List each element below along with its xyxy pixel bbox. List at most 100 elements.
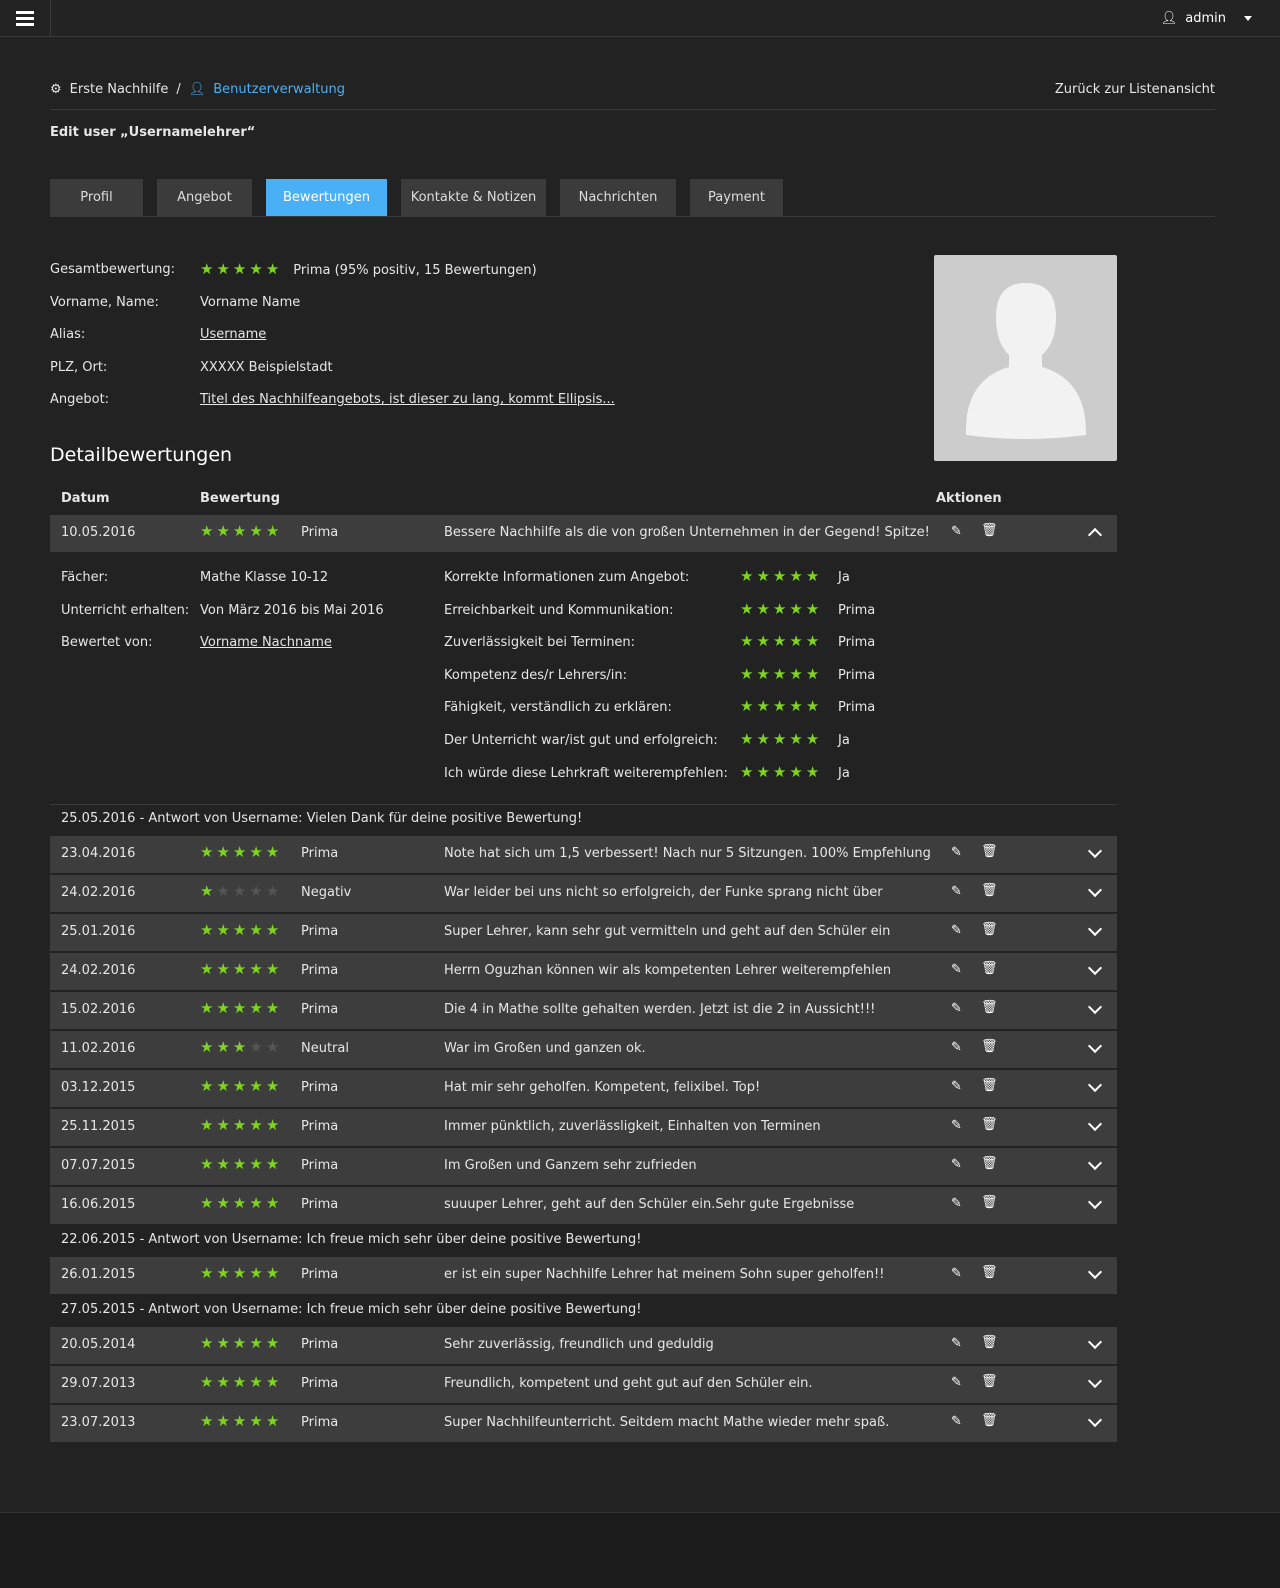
table-row[interactable]: 25.11.2015 ★ ★ ★ ★ ★ Prima Immer pünktlich, zuv…: [50, 1109, 1117, 1146]
trash-icon[interactable]: 🗑︎: [981, 1039, 998, 1054]
edit-pencil-icon[interactable]: ✎: [951, 1157, 962, 1172]
table-row[interactable]: 16.06.2015 ★ ★ ★ ★ ★ Prima suuuper Lehrer, geht…: [50, 1187, 1117, 1224]
table-row[interactable]: 03.12.2015 ★ ★ ★ ★ ★ Prima Hat mir sehr geholfe…: [50, 1070, 1117, 1107]
edit-pencil-icon[interactable]: ✎: [951, 923, 962, 938]
table-row[interactable]: 07.07.2015 ★ ★ ★ ★ ★ Prima Im Großen und Ganzem…: [50, 1148, 1117, 1185]
review-details: Fächer: Mathe Klasse 10-12 Unterricht erha…: [50, 567, 1117, 805]
star-icon: ★: [249, 1155, 263, 1173]
star-icon: ★: [200, 1412, 214, 1430]
review-answer: 22.06.2015 - Antwort von Username: Ich f…: [61, 1232, 642, 1247]
edit-pencil-icon[interactable]: ✎: [951, 1336, 962, 1351]
table-row[interactable]: 11.02.2016 ★ ★ ★ ★ ★ Neutral War im Großen und …: [50, 1031, 1117, 1068]
user-menu[interactable]: 👤︎ admin: [1161, 11, 1252, 26]
chevron-down-icon[interactable]: [1087, 882, 1103, 898]
chevron-down-icon[interactable]: [1087, 999, 1103, 1015]
chevron-down-icon[interactable]: [1087, 960, 1103, 976]
chevron-down-icon[interactable]: [1087, 1155, 1103, 1171]
chevron-down-icon[interactable]: [1087, 1194, 1103, 1210]
star-icon: ★: [200, 999, 214, 1017]
star-rating: ★ ★ ★ ★ ★: [200, 1040, 279, 1055]
chevron-down-icon[interactable]: [1087, 1116, 1103, 1132]
tab-payment[interactable]: Payment: [690, 179, 783, 216]
star-icon: ★: [232, 1264, 247, 1282]
table-row[interactable]: 26.01.2015 ★ ★ ★ ★ ★ Prima er ist ein super Nac…: [50, 1257, 1117, 1294]
trash-icon[interactable]: 🗑︎: [981, 922, 998, 937]
info-row: Angebot: Titel des Nachhilfeangebots, ist…: [50, 392, 615, 425]
table-row[interactable]: 24.02.2016 ★ ★ ★ ★ ★ Negativ War leider bei uns…: [50, 875, 1117, 912]
breadcrumb-separator: /: [176, 82, 181, 97]
edit-pencil-icon[interactable]: ✎: [951, 1001, 962, 1016]
edit-pencil-icon[interactable]: ✎: [951, 1266, 962, 1281]
table-row[interactable]: 24.02.2016 ★ ★ ★ ★ ★ Prima Herrn Oguzhan können…: [50, 953, 1117, 990]
breadcrumb-current[interactable]: Benutzerverwaltung: [213, 82, 345, 97]
table-row[interactable]: 20.05.2014 ★ ★ ★ ★ ★ Prima Sehr zuverlässig, fr…: [50, 1327, 1117, 1364]
column-date: Datum: [61, 491, 110, 506]
chevron-down-icon[interactable]: [1087, 1334, 1103, 1350]
table-row[interactable]: 23.07.2013 ★ ★ ★ ★ ★ Prima Super Nachhilfeunter…: [50, 1405, 1117, 1442]
table-row[interactable]: 15.02.2016 ★ ★ ★ ★ ★ Prima Die 4 in Mathe sollt…: [50, 992, 1117, 1029]
review-date: 03.12.2015: [61, 1080, 136, 1095]
trash-icon[interactable]: 🗑︎: [981, 1195, 998, 1210]
trash-icon[interactable]: 🗑︎: [981, 883, 998, 898]
chevron-down-icon[interactable]: [1087, 921, 1103, 937]
info-value[interactable]: Titel des Nachhilfeangebots, ist dieser …: [200, 392, 615, 425]
detail-value: Von März 2016 bis Mai 2016: [200, 602, 384, 618]
trash-icon[interactable]: 🗑︎: [981, 961, 998, 976]
info-value[interactable]: Username: [200, 327, 266, 360]
trash-icon[interactable]: 🗑︎: [981, 1156, 998, 1171]
trash-icon[interactable]: 🗑︎: [981, 523, 998, 538]
star-icon: ★: [789, 567, 803, 585]
review-date: 07.07.2015: [61, 1158, 136, 1173]
tab-angebot[interactable]: Angebot: [157, 179, 252, 216]
review-date: 20.05.2014: [61, 1337, 136, 1352]
rating-label: Prima: [301, 924, 339, 939]
trash-icon[interactable]: 🗑︎: [981, 1335, 998, 1350]
star-icon: ★: [249, 522, 263, 540]
back-to-list-link[interactable]: Zurück zur Listenansicht: [1055, 82, 1215, 97]
trash-icon[interactable]: 🗑︎: [981, 1374, 998, 1389]
detail-value[interactable]: Vorname Nachname: [200, 635, 332, 650]
chevron-down-icon[interactable]: [1087, 1038, 1103, 1054]
hamburger-menu-icon[interactable]: [0, 0, 51, 37]
trash-icon[interactable]: 🗑︎: [981, 1265, 998, 1280]
trash-icon[interactable]: 🗑︎: [981, 1117, 998, 1132]
edit-pencil-icon[interactable]: ✎: [951, 1118, 962, 1133]
star-icon: ★: [200, 1373, 214, 1391]
edit-pencil-icon[interactable]: ✎: [951, 1414, 962, 1429]
edit-pencil-icon[interactable]: ✎: [951, 884, 962, 899]
trash-icon[interactable]: 🗑︎: [981, 1078, 998, 1093]
star-rating: ★ ★ ★ ★ ★: [200, 923, 279, 938]
star-icon: ★: [789, 730, 803, 748]
edit-pencil-icon[interactable]: ✎: [951, 1040, 962, 1055]
tab-nachrichten[interactable]: Nachrichten: [560, 179, 676, 216]
chevron-down-icon[interactable]: [1087, 843, 1103, 859]
star-icon: ★: [216, 999, 230, 1017]
chevron-down-icon[interactable]: [1087, 1412, 1103, 1428]
edit-pencil-icon[interactable]: ✎: [951, 524, 962, 539]
edit-pencil-icon[interactable]: ✎: [951, 962, 962, 977]
trash-icon[interactable]: 🗑︎: [981, 1413, 998, 1428]
table-row[interactable]: 10.05.2016 ★ ★ ★ ★ ★ Prima Bessere Nachhilfe al…: [50, 515, 1117, 552]
star-rating: ★ ★ ★ ★ ★: [200, 884, 279, 899]
edit-pencil-icon[interactable]: ✎: [951, 845, 962, 860]
table-row[interactable]: 23.04.2016 ★ ★ ★ ★ ★ Prima Note hat sich um 1,5…: [50, 836, 1117, 873]
chevron-up-icon[interactable]: [1087, 527, 1103, 543]
star-icon: ★: [265, 882, 280, 900]
table-row[interactable]: 25.01.2016 ★ ★ ★ ★ ★ Prima Super Lehrer, kann s…: [50, 914, 1117, 951]
divider: [50, 109, 1215, 110]
chevron-down-icon[interactable]: [1087, 1373, 1103, 1389]
chevron-down-icon[interactable]: [1087, 1264, 1103, 1280]
table-row[interactable]: 29.07.2013 ★ ★ ★ ★ ★ Prima Freundlich, kompeten…: [50, 1366, 1117, 1403]
breadcrumb-root[interactable]: Erste Nachhilfe: [70, 82, 169, 97]
trash-icon[interactable]: 🗑︎: [981, 1000, 998, 1015]
tab-bewertungen[interactable]: Bewertungen: [266, 179, 387, 216]
chevron-down-icon[interactable]: [1087, 1077, 1103, 1093]
star-icon: ★: [772, 762, 787, 781]
tab-profil[interactable]: Profil: [50, 179, 143, 216]
edit-pencil-icon[interactable]: ✎: [951, 1079, 962, 1094]
trash-icon[interactable]: 🗑︎: [981, 844, 998, 859]
tab-kontakte-notizen[interactable]: Kontakte & Notizen: [401, 179, 546, 216]
info-label: Alias:: [50, 327, 86, 343]
edit-pencil-icon[interactable]: ✎: [951, 1375, 962, 1390]
edit-pencil-icon[interactable]: ✎: [951, 1196, 962, 1211]
